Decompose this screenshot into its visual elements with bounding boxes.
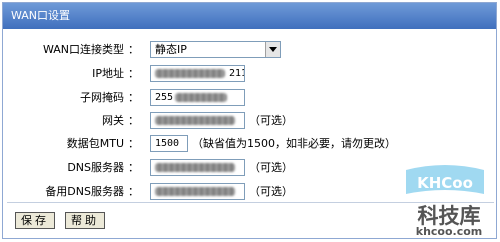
mtu-row: 数据包MTU： 1500 （缺省值为1500，如非必要，请勿更改） [3, 134, 496, 154]
subnet-row: 子网掩码： 255 [3, 88, 496, 108]
connection-type-value: 静态IP [155, 43, 187, 56]
dns-hint: （可选） [249, 161, 293, 174]
subnet-label: 子网掩码 [80, 91, 124, 104]
redacted-mask [155, 162, 235, 172]
save-button[interactable]: 保存 [15, 212, 55, 229]
gateway-input[interactable] [150, 112, 245, 129]
connection-type-select[interactable]: 静态IP [150, 41, 281, 58]
redacted-mask [155, 186, 235, 196]
chevron-down-icon[interactable] [265, 42, 280, 57]
dns2-hint: （可选） [249, 185, 293, 198]
connection-type-label: WAN口连接类型 [42, 43, 124, 56]
ip-label: IP地址 [92, 67, 124, 80]
dns-input[interactable] [150, 159, 245, 176]
gateway-label: 网关 [102, 114, 124, 127]
watermark-url: khcoo.com [415, 225, 483, 238]
redacted-mask [155, 68, 225, 78]
connection-type-row: WAN口连接类型： 静态IP [3, 40, 496, 60]
panel-title: WAN口设置 [3, 3, 496, 29]
ip-row: IP地址： 211 [3, 64, 496, 84]
mtu-input[interactable]: 1500 [150, 135, 188, 152]
mtu-hint: （缺省值为1500，如非必要，请勿更改） [192, 137, 396, 150]
svg-text:KHCoo: KHCoo [417, 174, 473, 192]
dns-label: DNS服务器 [67, 161, 124, 174]
subnet-input[interactable]: 255 [150, 89, 245, 106]
gateway-row: 网关： （可选） [3, 111, 496, 131]
dns2-label: 备用DNS服务器 [45, 185, 124, 198]
redacted-mask [175, 92, 228, 102]
ip-input[interactable]: 211 [150, 65, 245, 82]
watermark-logo: KHCoo [406, 165, 484, 194]
gateway-hint: （可选） [249, 114, 293, 127]
redacted-mask [155, 115, 235, 125]
mtu-label: 数据包MTU [66, 137, 124, 150]
dns2-input[interactable] [150, 183, 245, 200]
help-button[interactable]: 帮助 [65, 212, 105, 229]
